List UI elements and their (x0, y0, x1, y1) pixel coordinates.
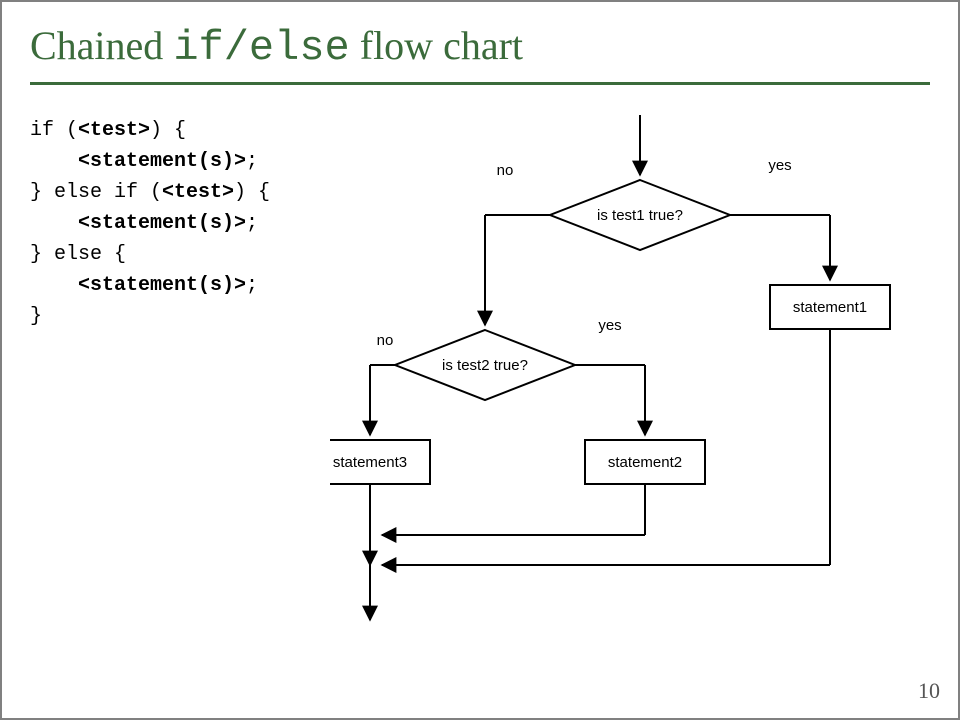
title-suffix: flow chart (350, 23, 523, 68)
statement2-label: statement2 (608, 454, 682, 471)
yes2-label: yes (598, 317, 621, 334)
slide: Chained if/else flow chart if (<test>) {… (0, 0, 960, 720)
slide-title: Chained if/else flow chart (30, 22, 930, 85)
code-line: <statement(s)>; (30, 270, 330, 301)
code-block: if (<test>) { <statement(s)>; } else if … (30, 115, 330, 332)
yes1-label: yes (768, 157, 791, 174)
no1-label: no (497, 162, 514, 179)
code-line: if (<test>) { (30, 115, 330, 146)
code-line: <statement(s)>; (30, 208, 330, 239)
flowchart: is test1 true? yes statement1 no is test… (330, 115, 930, 640)
test1-label: is test1 true? (597, 207, 683, 224)
code-line: } (30, 301, 330, 332)
flowchart-svg: is test1 true? yes statement1 no is test… (330, 115, 930, 635)
content-area: if (<test>) { <statement(s)>; } else if … (30, 115, 930, 640)
code-line: } else { (30, 239, 330, 270)
statement1-label: statement1 (793, 299, 867, 316)
title-mono: if/else (173, 24, 349, 72)
page-number: 10 (918, 678, 940, 704)
no2-label: no (377, 332, 394, 349)
code-line: <statement(s)>; (30, 146, 330, 177)
title-prefix: Chained (30, 23, 173, 68)
statement3-label: statement3 (333, 454, 407, 471)
test2-label: is test2 true? (442, 357, 528, 374)
code-line: } else if (<test>) { (30, 177, 330, 208)
